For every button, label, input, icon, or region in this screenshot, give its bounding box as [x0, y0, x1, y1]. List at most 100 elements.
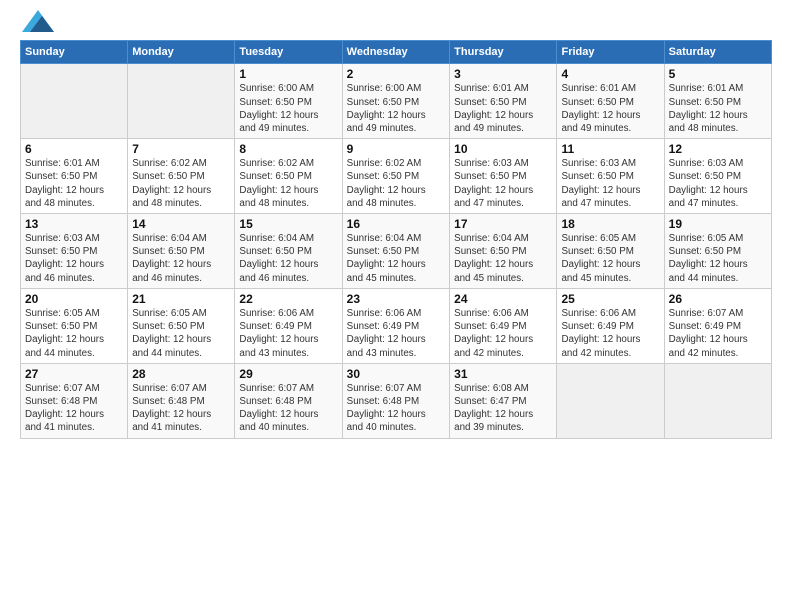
calendar-cell	[21, 64, 128, 139]
calendar-cell: 31Sunrise: 6:08 AMSunset: 6:47 PMDayligh…	[450, 363, 557, 438]
calendar-cell: 10Sunrise: 6:03 AMSunset: 6:50 PMDayligh…	[450, 139, 557, 214]
calendar-week: 20Sunrise: 6:05 AMSunset: 6:50 PMDayligh…	[21, 288, 772, 363]
logo	[20, 18, 54, 32]
day-detail: Sunrise: 6:04 AMSunset: 6:50 PMDaylight:…	[454, 232, 552, 285]
calendar-cell: 6Sunrise: 6:01 AMSunset: 6:50 PMDaylight…	[21, 139, 128, 214]
day-number: 18	[561, 217, 659, 231]
day-detail: Sunrise: 6:07 AMSunset: 6:48 PMDaylight:…	[347, 382, 445, 435]
day-number: 16	[347, 217, 445, 231]
calendar-cell: 29Sunrise: 6:07 AMSunset: 6:48 PMDayligh…	[235, 363, 342, 438]
day-detail: Sunrise: 6:04 AMSunset: 6:50 PMDaylight:…	[132, 232, 230, 285]
day-number: 24	[454, 292, 552, 306]
day-detail: Sunrise: 6:08 AMSunset: 6:47 PMDaylight:…	[454, 382, 552, 435]
calendar-cell: 25Sunrise: 6:06 AMSunset: 6:49 PMDayligh…	[557, 288, 664, 363]
calendar-cell: 18Sunrise: 6:05 AMSunset: 6:50 PMDayligh…	[557, 214, 664, 289]
calendar-week: 6Sunrise: 6:01 AMSunset: 6:50 PMDaylight…	[21, 139, 772, 214]
calendar-cell: 14Sunrise: 6:04 AMSunset: 6:50 PMDayligh…	[128, 214, 235, 289]
calendar-cell: 16Sunrise: 6:04 AMSunset: 6:50 PMDayligh…	[342, 214, 449, 289]
day-number: 26	[669, 292, 767, 306]
day-detail: Sunrise: 6:05 AMSunset: 6:50 PMDaylight:…	[25, 307, 123, 360]
day-detail: Sunrise: 6:06 AMSunset: 6:49 PMDaylight:…	[561, 307, 659, 360]
day-number: 23	[347, 292, 445, 306]
day-number: 20	[25, 292, 123, 306]
weekday-header: Sunday	[21, 41, 128, 64]
day-number: 22	[239, 292, 337, 306]
day-number: 11	[561, 142, 659, 156]
calendar-cell: 28Sunrise: 6:07 AMSunset: 6:48 PMDayligh…	[128, 363, 235, 438]
day-detail: Sunrise: 6:02 AMSunset: 6:50 PMDaylight:…	[132, 157, 230, 210]
day-detail: Sunrise: 6:03 AMSunset: 6:50 PMDaylight:…	[25, 232, 123, 285]
day-number: 8	[239, 142, 337, 156]
calendar-cell: 3Sunrise: 6:01 AMSunset: 6:50 PMDaylight…	[450, 64, 557, 139]
weekday-header: Tuesday	[235, 41, 342, 64]
day-detail: Sunrise: 6:05 AMSunset: 6:50 PMDaylight:…	[669, 232, 767, 285]
day-number: 19	[669, 217, 767, 231]
calendar-cell: 12Sunrise: 6:03 AMSunset: 6:50 PMDayligh…	[664, 139, 771, 214]
calendar-cell: 20Sunrise: 6:05 AMSunset: 6:50 PMDayligh…	[21, 288, 128, 363]
calendar-cell: 17Sunrise: 6:04 AMSunset: 6:50 PMDayligh…	[450, 214, 557, 289]
day-detail: Sunrise: 6:03 AMSunset: 6:50 PMDaylight:…	[454, 157, 552, 210]
calendar-cell: 13Sunrise: 6:03 AMSunset: 6:50 PMDayligh…	[21, 214, 128, 289]
weekday-header: Saturday	[664, 41, 771, 64]
day-detail: Sunrise: 6:01 AMSunset: 6:50 PMDaylight:…	[561, 82, 659, 135]
day-number: 1	[239, 67, 337, 81]
day-detail: Sunrise: 6:06 AMSunset: 6:49 PMDaylight:…	[239, 307, 337, 360]
weekday-header: Thursday	[450, 41, 557, 64]
calendar-cell: 7Sunrise: 6:02 AMSunset: 6:50 PMDaylight…	[128, 139, 235, 214]
day-detail: Sunrise: 6:01 AMSunset: 6:50 PMDaylight:…	[25, 157, 123, 210]
day-detail: Sunrise: 6:00 AMSunset: 6:50 PMDaylight:…	[347, 82, 445, 135]
calendar-cell: 23Sunrise: 6:06 AMSunset: 6:49 PMDayligh…	[342, 288, 449, 363]
day-detail: Sunrise: 6:05 AMSunset: 6:50 PMDaylight:…	[561, 232, 659, 285]
header	[20, 18, 772, 32]
day-number: 14	[132, 217, 230, 231]
calendar-week: 13Sunrise: 6:03 AMSunset: 6:50 PMDayligh…	[21, 214, 772, 289]
calendar-cell: 30Sunrise: 6:07 AMSunset: 6:48 PMDayligh…	[342, 363, 449, 438]
day-detail: Sunrise: 6:07 AMSunset: 6:48 PMDaylight:…	[239, 382, 337, 435]
day-number: 3	[454, 67, 552, 81]
day-number: 7	[132, 142, 230, 156]
day-detail: Sunrise: 6:02 AMSunset: 6:50 PMDaylight:…	[347, 157, 445, 210]
calendar-cell: 22Sunrise: 6:06 AMSunset: 6:49 PMDayligh…	[235, 288, 342, 363]
weekday-header: Wednesday	[342, 41, 449, 64]
day-number: 21	[132, 292, 230, 306]
day-detail: Sunrise: 6:01 AMSunset: 6:50 PMDaylight:…	[669, 82, 767, 135]
day-number: 6	[25, 142, 123, 156]
calendar-cell	[664, 363, 771, 438]
calendar-table: SundayMondayTuesdayWednesdayThursdayFrid…	[20, 40, 772, 438]
page: SundayMondayTuesdayWednesdayThursdayFrid…	[0, 0, 792, 612]
day-detail: Sunrise: 6:07 AMSunset: 6:49 PMDaylight:…	[669, 307, 767, 360]
day-detail: Sunrise: 6:07 AMSunset: 6:48 PMDaylight:…	[132, 382, 230, 435]
day-detail: Sunrise: 6:04 AMSunset: 6:50 PMDaylight:…	[239, 232, 337, 285]
calendar-cell: 15Sunrise: 6:04 AMSunset: 6:50 PMDayligh…	[235, 214, 342, 289]
day-number: 30	[347, 367, 445, 381]
calendar-cell: 1Sunrise: 6:00 AMSunset: 6:50 PMDaylight…	[235, 64, 342, 139]
day-detail: Sunrise: 6:03 AMSunset: 6:50 PMDaylight:…	[669, 157, 767, 210]
day-number: 10	[454, 142, 552, 156]
day-number: 12	[669, 142, 767, 156]
calendar-cell: 19Sunrise: 6:05 AMSunset: 6:50 PMDayligh…	[664, 214, 771, 289]
calendar-cell	[128, 64, 235, 139]
calendar-cell: 27Sunrise: 6:07 AMSunset: 6:48 PMDayligh…	[21, 363, 128, 438]
calendar-cell	[557, 363, 664, 438]
day-detail: Sunrise: 6:03 AMSunset: 6:50 PMDaylight:…	[561, 157, 659, 210]
day-detail: Sunrise: 6:06 AMSunset: 6:49 PMDaylight:…	[454, 307, 552, 360]
day-number: 9	[347, 142, 445, 156]
calendar-week: 1Sunrise: 6:00 AMSunset: 6:50 PMDaylight…	[21, 64, 772, 139]
day-detail: Sunrise: 6:07 AMSunset: 6:48 PMDaylight:…	[25, 382, 123, 435]
calendar-cell: 4Sunrise: 6:01 AMSunset: 6:50 PMDaylight…	[557, 64, 664, 139]
day-number: 13	[25, 217, 123, 231]
day-number: 15	[239, 217, 337, 231]
day-number: 31	[454, 367, 552, 381]
day-number: 25	[561, 292, 659, 306]
day-detail: Sunrise: 6:01 AMSunset: 6:50 PMDaylight:…	[454, 82, 552, 135]
day-number: 29	[239, 367, 337, 381]
day-number: 17	[454, 217, 552, 231]
weekday-header: Monday	[128, 41, 235, 64]
day-detail: Sunrise: 6:04 AMSunset: 6:50 PMDaylight:…	[347, 232, 445, 285]
calendar-cell: 5Sunrise: 6:01 AMSunset: 6:50 PMDaylight…	[664, 64, 771, 139]
weekday-header: Friday	[557, 41, 664, 64]
day-detail: Sunrise: 6:00 AMSunset: 6:50 PMDaylight:…	[239, 82, 337, 135]
day-number: 4	[561, 67, 659, 81]
calendar-cell: 8Sunrise: 6:02 AMSunset: 6:50 PMDaylight…	[235, 139, 342, 214]
day-number: 28	[132, 367, 230, 381]
